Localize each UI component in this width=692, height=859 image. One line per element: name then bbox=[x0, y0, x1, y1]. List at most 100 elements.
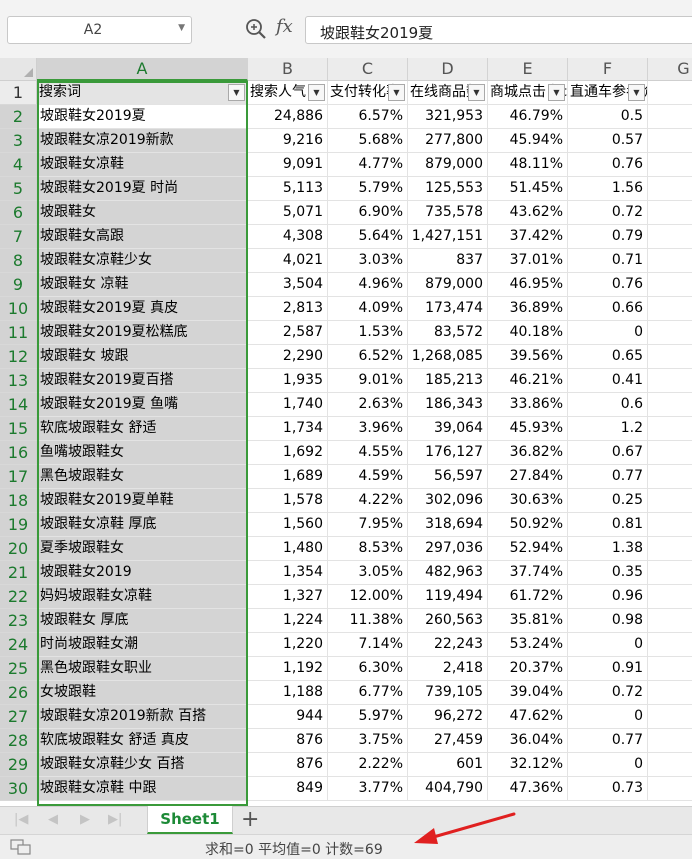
data-cell[interactable] bbox=[648, 297, 692, 321]
data-cell[interactable] bbox=[648, 513, 692, 537]
data-cell[interactable] bbox=[648, 585, 692, 609]
data-cell[interactable]: 0.72 bbox=[568, 681, 648, 705]
next-sheet-icon[interactable]: ▶ bbox=[80, 812, 90, 827]
data-cell[interactable]: 61.72% bbox=[488, 585, 568, 609]
chevron-down-icon[interactable]: ▼ bbox=[178, 23, 185, 33]
search-term-cell[interactable]: 坡跟鞋女凉2019新款 百搭 bbox=[37, 705, 248, 729]
header-cell[interactable] bbox=[648, 81, 692, 105]
data-cell[interactable]: 1.38 bbox=[568, 537, 648, 561]
data-cell[interactable]: 53.24% bbox=[488, 633, 568, 657]
status-icon[interactable] bbox=[10, 839, 32, 855]
data-cell[interactable]: 45.94% bbox=[488, 129, 568, 153]
data-cell[interactable]: 1,327 bbox=[248, 585, 328, 609]
data-cell[interactable]: 404,790 bbox=[408, 777, 488, 801]
data-cell[interactable]: 5,113 bbox=[248, 177, 328, 201]
data-cell[interactable]: 0.67 bbox=[568, 441, 648, 465]
data-cell[interactable]: 3.03% bbox=[328, 249, 408, 273]
data-cell[interactable]: 43.62% bbox=[488, 201, 568, 225]
col-header-f[interactable]: F bbox=[568, 58, 648, 81]
data-cell[interactable]: 1,268,085 bbox=[408, 345, 488, 369]
row-header[interactable]: 8 bbox=[0, 249, 37, 273]
header-cell[interactable]: 搜索人气 ▼ bbox=[248, 81, 328, 105]
data-cell[interactable] bbox=[648, 561, 692, 585]
data-cell[interactable]: 33.86% bbox=[488, 393, 568, 417]
data-cell[interactable]: 1,692 bbox=[248, 441, 328, 465]
data-cell[interactable]: 0.57 bbox=[568, 129, 648, 153]
data-cell[interactable]: 1,689 bbox=[248, 465, 328, 489]
formula-input[interactable]: 坡跟鞋女2019夏 bbox=[305, 16, 692, 44]
filter-dropdown-icon[interactable]: ▼ bbox=[388, 84, 405, 101]
data-cell[interactable] bbox=[648, 225, 692, 249]
search-term-cell[interactable]: 时尚坡跟鞋女潮 bbox=[37, 633, 248, 657]
data-cell[interactable]: 0.66 bbox=[568, 297, 648, 321]
data-cell[interactable] bbox=[648, 201, 692, 225]
row-header[interactable]: 27 bbox=[0, 705, 37, 729]
col-header-e[interactable]: E bbox=[488, 58, 568, 81]
data-cell[interactable]: 0.41 bbox=[568, 369, 648, 393]
row-header[interactable]: 18 bbox=[0, 489, 37, 513]
add-sheet-button[interactable]: + bbox=[241, 808, 259, 832]
select-all-corner[interactable] bbox=[0, 58, 37, 81]
data-cell[interactable]: 1,188 bbox=[248, 681, 328, 705]
col-header-a[interactable]: A bbox=[37, 58, 248, 81]
data-cell[interactable]: 0.77 bbox=[568, 729, 648, 753]
search-term-cell[interactable]: 坡跟鞋女2019夏单鞋 bbox=[37, 489, 248, 513]
data-cell[interactable]: 601 bbox=[408, 753, 488, 777]
data-cell[interactable]: 5.64% bbox=[328, 225, 408, 249]
prev-sheet-icon[interactable]: ◀ bbox=[48, 812, 58, 827]
data-cell[interactable]: 9.01% bbox=[328, 369, 408, 393]
data-cell[interactable]: 51.45% bbox=[488, 177, 568, 201]
data-cell[interactable] bbox=[648, 393, 692, 417]
name-box[interactable]: A2 ▼ bbox=[7, 16, 192, 44]
data-cell[interactable]: 37.42% bbox=[488, 225, 568, 249]
data-cell[interactable]: 32.12% bbox=[488, 753, 568, 777]
row-header[interactable]: 9 bbox=[0, 273, 37, 297]
row-header[interactable]: 17 bbox=[0, 465, 37, 489]
data-cell[interactable]: 4,021 bbox=[248, 249, 328, 273]
data-cell[interactable]: 36.04% bbox=[488, 729, 568, 753]
data-cell[interactable]: 0 bbox=[568, 753, 648, 777]
row-header[interactable]: 5 bbox=[0, 177, 37, 201]
data-cell[interactable]: 22,243 bbox=[408, 633, 488, 657]
data-cell[interactable]: 876 bbox=[248, 753, 328, 777]
search-term-cell[interactable]: 坡跟鞋女 凉鞋 bbox=[37, 273, 248, 297]
data-cell[interactable] bbox=[648, 777, 692, 801]
row-header[interactable]: 16 bbox=[0, 441, 37, 465]
search-term-cell[interactable]: 坡跟鞋女凉2019新款 bbox=[37, 129, 248, 153]
data-cell[interactable]: 4,308 bbox=[248, 225, 328, 249]
row-header[interactable]: 12 bbox=[0, 345, 37, 369]
data-cell[interactable]: 944 bbox=[248, 705, 328, 729]
search-term-cell[interactable]: 坡跟鞋女凉鞋 厚底 bbox=[37, 513, 248, 537]
data-cell[interactable] bbox=[648, 465, 692, 489]
data-cell[interactable] bbox=[648, 705, 692, 729]
row-header[interactable]: 2 bbox=[0, 105, 37, 129]
data-cell[interactable]: 9,216 bbox=[248, 129, 328, 153]
data-cell[interactable]: 849 bbox=[248, 777, 328, 801]
last-sheet-icon[interactable]: ▶| bbox=[108, 812, 122, 827]
data-cell[interactable]: 260,563 bbox=[408, 609, 488, 633]
data-cell[interactable]: 30.63% bbox=[488, 489, 568, 513]
data-cell[interactable]: 0 bbox=[568, 633, 648, 657]
data-cell[interactable]: 119,494 bbox=[408, 585, 488, 609]
data-cell[interactable] bbox=[648, 369, 692, 393]
row-header[interactable]: 10 bbox=[0, 297, 37, 321]
col-header-d[interactable]: D bbox=[408, 58, 488, 81]
data-cell[interactable]: 3.77% bbox=[328, 777, 408, 801]
search-term-cell[interactable]: 坡跟鞋女高跟 bbox=[37, 225, 248, 249]
data-cell[interactable]: 0.79 bbox=[568, 225, 648, 249]
data-cell[interactable]: 2,290 bbox=[248, 345, 328, 369]
data-cell[interactable]: 6.90% bbox=[328, 201, 408, 225]
data-cell[interactable]: 1,578 bbox=[248, 489, 328, 513]
data-cell[interactable]: 482,963 bbox=[408, 561, 488, 585]
data-cell[interactable]: 0.25 bbox=[568, 489, 648, 513]
data-cell[interactable]: 1,192 bbox=[248, 657, 328, 681]
data-cell[interactable]: 1,740 bbox=[248, 393, 328, 417]
spreadsheet-grid[interactable]: ABCDEFG 1 搜索词 ▼ 搜索人气 ▼ 支付转化率 ▼ 在线商品数 ▼ 商城点击占比 ▼ 直通车… bbox=[0, 58, 692, 806]
data-cell[interactable]: 1,560 bbox=[248, 513, 328, 537]
data-cell[interactable]: 1.2 bbox=[568, 417, 648, 441]
search-term-cell[interactable]: 坡跟鞋女凉鞋少女 百搭 bbox=[37, 753, 248, 777]
data-cell[interactable]: 2,813 bbox=[248, 297, 328, 321]
search-term-cell[interactable]: 女坡跟鞋 bbox=[37, 681, 248, 705]
data-cell[interactable] bbox=[648, 249, 692, 273]
data-cell[interactable]: 0.76 bbox=[568, 153, 648, 177]
